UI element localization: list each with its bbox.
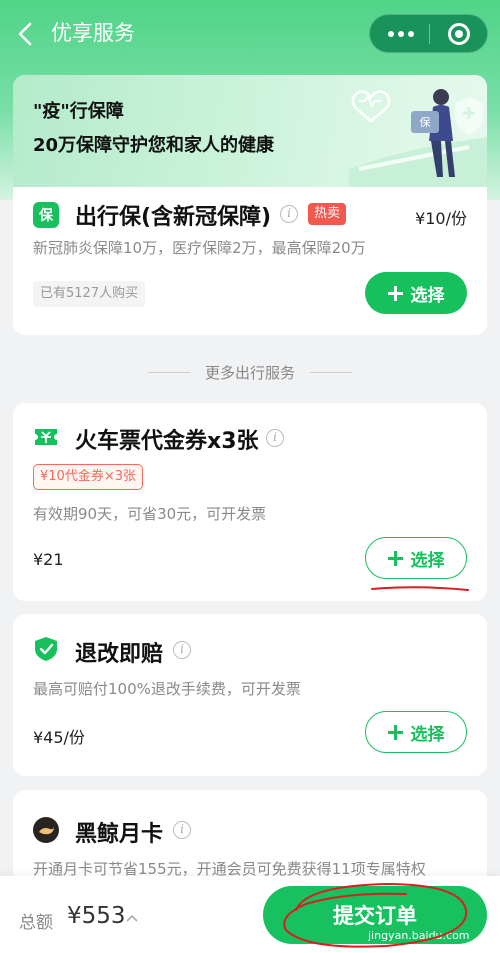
info-icon[interactable]: i — [266, 429, 284, 447]
service-card-refund: 退改即赔 i 最高可赔付100%退改手续费，可开发票 ¥45/份 选择 — [13, 614, 487, 776]
chevron-left-icon — [18, 22, 32, 46]
info-icon[interactable]: i — [173, 821, 191, 839]
service-card-voucher: 火车票代金券x3张 i ¥10代金券×3张 有效期90天，可省30元，可开发票 … — [13, 403, 487, 601]
coupon-tag: ¥10代金券×3张 — [33, 464, 143, 490]
plus-icon — [387, 724, 403, 740]
mini-program-capsule — [369, 14, 488, 53]
insurance-product-icon: 保 — [33, 202, 59, 228]
item-title: 火车票代金券x3张 — [75, 429, 259, 454]
page-title: 优享服务 — [51, 21, 135, 45]
item-price: ¥45/份 — [33, 728, 85, 747]
traveler-illustration: 保 — [349, 89, 487, 187]
info-icon[interactable]: i — [173, 641, 191, 659]
item-description: 有效期90天，可省30元，可开发票 — [33, 505, 267, 523]
insurance-description: 新冠肺炎保障10万，医疗保障2万，最高保障20万 — [33, 239, 366, 257]
sold-count-tag: 已有5127人购买 — [33, 281, 146, 307]
nav-bar: 优享服务 — [0, 0, 500, 66]
shield-check-icon — [35, 637, 57, 661]
item-description: 最高可赔付100%退改手续费，可开发票 — [33, 680, 301, 698]
insurance-banner: "疫"行保障 20万保障守护您和家人的健康 保 — [13, 75, 487, 187]
back-button[interactable] — [10, 18, 42, 50]
chevron-up-icon[interactable] — [126, 912, 138, 924]
banner-subheadline: 20万保障守护您和家人的健康 — [33, 135, 275, 156]
watermark-text: jingyan.baidu.com — [368, 929, 470, 942]
total-amount: ¥553 — [67, 903, 126, 929]
total-label: 总额 — [19, 913, 53, 933]
item-title: 黑鲸月卡 — [75, 822, 164, 847]
insurance-card: "疫"行保障 20万保障守护您和家人的健康 保 保 出行保(含新冠保障) i 热… — [13, 75, 487, 335]
more-menu-button[interactable] — [370, 15, 429, 52]
more-dots-icon — [388, 31, 414, 37]
close-mini-program-button[interactable] — [430, 15, 488, 52]
insurance-select-button[interactable]: 选择 — [365, 272, 467, 314]
ticket-icon — [35, 429, 57, 445]
refund-select-button[interactable]: 选择 — [365, 711, 467, 753]
more-services-divider: 更多出行服务 — [0, 360, 500, 384]
item-price: ¥21 — [33, 550, 64, 569]
plus-icon — [387, 285, 403, 301]
hot-badge: 热卖 — [308, 203, 347, 225]
plus-icon — [387, 550, 403, 566]
info-icon[interactable]: i — [280, 205, 298, 223]
whale-icon — [33, 817, 59, 843]
item-title: 退改即赔 — [75, 642, 164, 667]
voucher-select-button[interactable]: 选择 — [365, 537, 467, 579]
insurance-title: 出行保(含新冠保障) — [75, 205, 272, 230]
insurance-price: ¥10/份 — [415, 209, 467, 228]
svg-text:保: 保 — [420, 115, 431, 129]
divider-label: 更多出行服务 — [204, 364, 295, 382]
target-icon — [448, 23, 470, 45]
banner-headline: "疫"行保障 — [33, 101, 124, 122]
